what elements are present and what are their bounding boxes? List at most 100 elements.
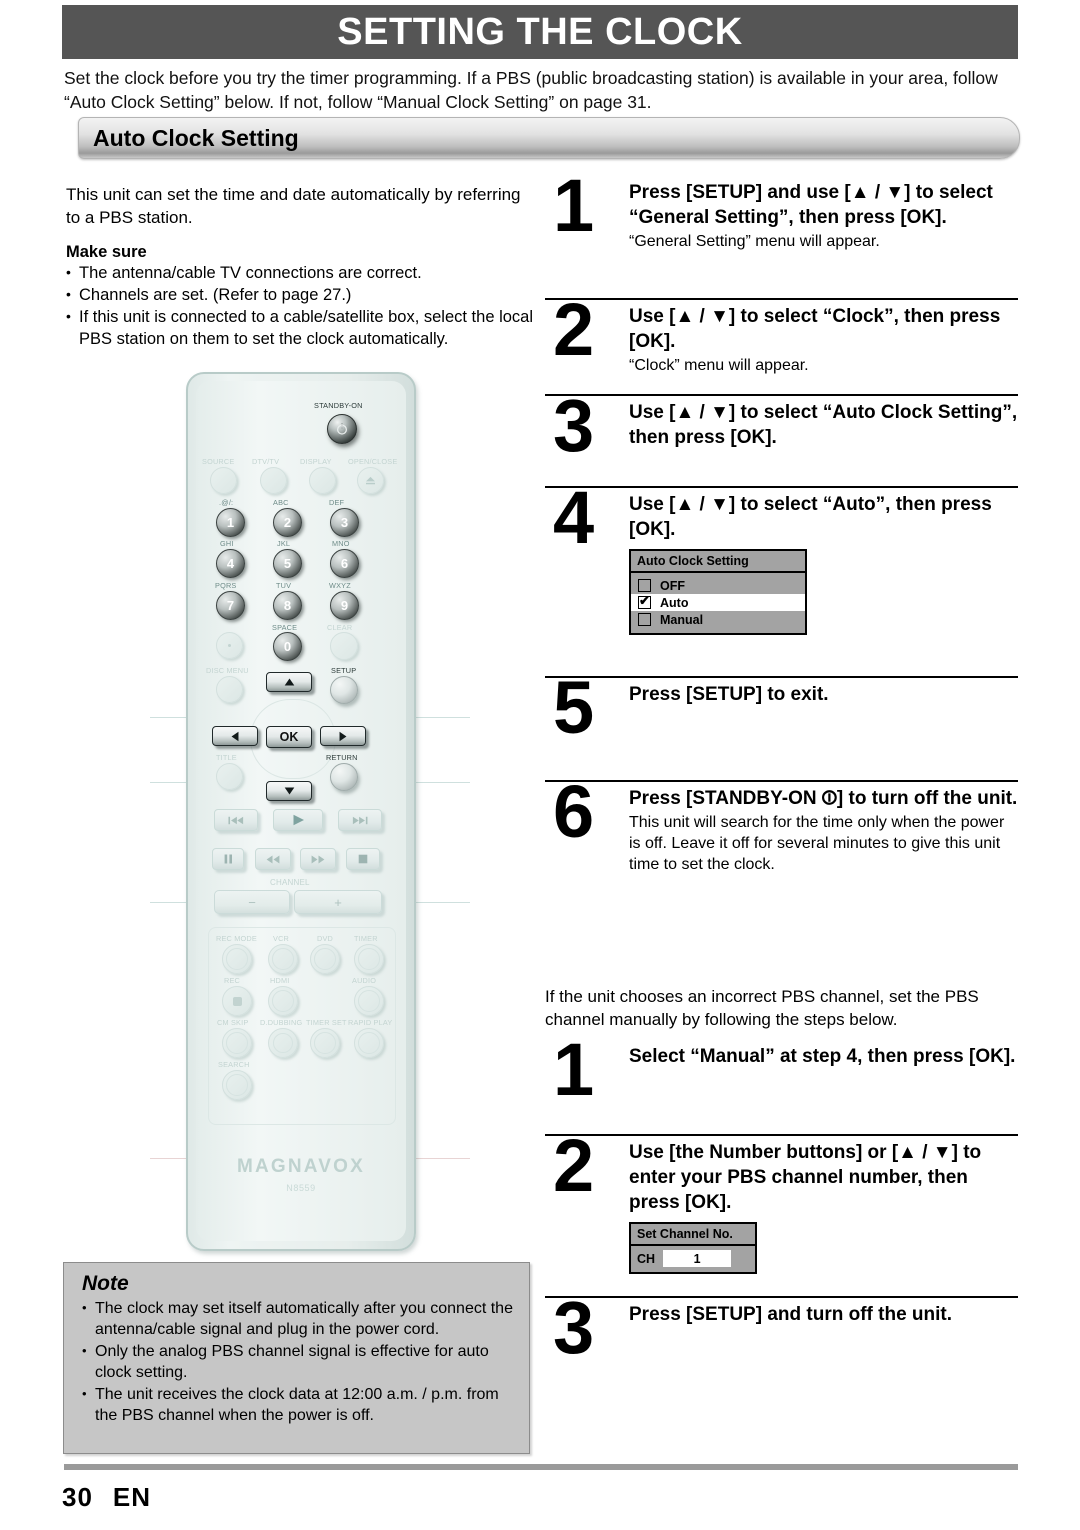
keypad-button-6[interactable]: 6 [330,549,359,578]
osd-title: Set Channel No. [631,1224,755,1246]
open-close-button[interactable] [357,467,384,494]
rec-label: REC [224,976,241,985]
channel-number-input[interactable]: 1 [663,1250,732,1267]
step-3: 3 Use [▲ / ▼] to select “Auto Clock Sett… [545,388,1018,486]
keypad-button-7[interactable]: 7 [216,591,245,620]
note-list: The clock may set itself automatically a… [64,1297,529,1426]
dvd-button[interactable] [310,944,340,974]
step-number: 6 [553,770,595,853]
keypad-sub-8: TUV [276,581,292,590]
channel-down-button[interactable]: − [214,890,290,914]
skip-next-button[interactable] [338,809,382,831]
left-column: This unit can set the time and date auto… [66,183,536,350]
dot-button[interactable] [216,632,243,659]
source-label: SOURCE [202,457,235,466]
ok-button[interactable]: OK [266,726,312,748]
arrow-right-button[interactable] [320,726,366,746]
keypad-button-5[interactable]: 5 [273,549,302,578]
play-button[interactable] [273,809,323,831]
title-button[interactable] [216,763,243,790]
power-icon [336,423,348,435]
keypad-button-9[interactable]: 9 [330,591,359,620]
disc-menu-button[interactable] [216,676,243,703]
rapid-play-label: RAPID PLAY [348,1018,393,1027]
cm-skip-button[interactable] [222,1028,252,1058]
model-number: N8559 [286,1183,316,1193]
step-title: Use [▲ / ▼] to select “Auto Clock Settin… [629,402,1018,448]
checkbox-auto[interactable]: ✔ [638,594,651,609]
rec-button[interactable] [222,986,252,1016]
manual-page: SETTING THE CLOCK Set the clock before y… [0,0,1080,1530]
rewind-button[interactable] [255,848,291,870]
checkbox-manual[interactable] [638,613,651,626]
dtv-tv-label: DTV/TV [252,457,280,466]
checkbox-off[interactable] [638,579,651,592]
clear-button[interactable] [330,632,358,660]
vcr-button[interactable] [268,944,298,974]
arrow-up-button[interactable] [266,672,312,692]
setup-button[interactable] [330,676,358,704]
keypad-sub-7: PQRS [215,581,237,590]
osd-option-off[interactable]: OFF [631,577,805,594]
display-button[interactable] [309,467,336,494]
channel-up-button[interactable]: + [294,890,382,914]
dtv-tv-button[interactable] [260,467,287,494]
keypad-sub-6: MNO [332,539,350,548]
audio-button[interactable] [354,986,384,1016]
skip-previous-button[interactable] [214,809,258,831]
hdmi-button[interactable] [268,986,298,1016]
search-button[interactable] [222,1070,252,1100]
steps-manual-pbs: 1 Select “Manual” at step 4, then press … [545,1032,1018,1398]
space-label: SPACE [272,623,298,632]
audio-label: AUDIO [352,976,377,985]
source-button[interactable] [210,467,237,494]
rec-mode-button[interactable] [222,944,252,974]
return-button[interactable] [330,763,358,791]
clear-label: CLEAR [327,623,353,632]
brand-logo: MAGNAVOX [236,1156,366,1177]
keypad-button-8[interactable]: 8 [273,591,302,620]
manual-intro-paragraph: If the unit chooses an incorrect PBS cha… [545,987,979,1029]
d-dubbing-button[interactable] [268,1028,298,1058]
step-number: 3 [553,1286,595,1369]
standby-on-label: STANDBY-ON [314,401,363,410]
stop-button[interactable] [346,848,380,870]
remote-body: STANDBY-ON SOURCE DTV/TV DISPLAY OPEN/CL… [186,372,416,1251]
osd-set-channel-no: Set Channel No. CH 1 [629,1222,757,1274]
osd-options: OFF ✔ Auto Manual [631,573,805,633]
page-title-bar: SETTING THE CLOCK [62,5,1018,59]
arrow-down-button[interactable] [266,781,312,801]
chevron-left-icon [231,731,239,741]
osd-title: Auto Clock Setting [631,551,805,573]
manual-step-3: 3 Press [SETUP] and turn off the unit. [545,1286,1018,1398]
keypad-button-4[interactable]: 4 [216,549,245,578]
keypad-button-2[interactable]: 2 [273,508,302,537]
remote-face: STANDBY-ON SOURCE DTV/TV DISPLAY OPEN/CL… [196,381,406,1241]
record-icon [232,996,242,1006]
keypad-button-0[interactable]: 0 [273,632,302,661]
timer-set-button[interactable] [310,1028,340,1058]
osd-option-auto[interactable]: ✔ Auto [631,594,805,611]
section-header-label: Auto Clock Setting [93,124,299,151]
step-description: This unit will search for the time only … [629,814,1005,873]
rapid-play-button[interactable] [354,1028,384,1058]
standby-on-button[interactable] [327,414,357,444]
pause-button[interactable] [212,848,244,870]
step-title: Press [SETUP] and turn off the unit. [629,1304,953,1325]
step-title: Use [the Number buttons] or [▲ / ▼] to e… [629,1142,982,1213]
keypad-sub-2: ABC [273,498,289,507]
rewind-icon [266,855,280,863]
osd-option-manual[interactable]: Manual [631,611,805,628]
keypad-button-1[interactable]: 1 [216,508,245,537]
arrow-left-button[interactable] [212,726,258,746]
step-title: Use [▲ / ▼] to select “Auto”, then press… [629,494,992,540]
fast-forward-button[interactable] [300,848,336,870]
step-title: Press [STANDBY-ON ⏼] to turn off the uni… [629,788,1018,809]
keypad-button-3[interactable]: 3 [330,508,359,537]
keypad-sub-1: .@/: [219,498,234,507]
step-6: 6 Press [STANDBY-ON ⏼] to turn off the u… [545,770,1018,912]
list-item: Only the analog PBS channel signal is ef… [82,1340,515,1383]
step-number: 2 [553,288,595,371]
timer-button[interactable] [354,944,384,974]
channel-plus-label: + [334,894,342,910]
